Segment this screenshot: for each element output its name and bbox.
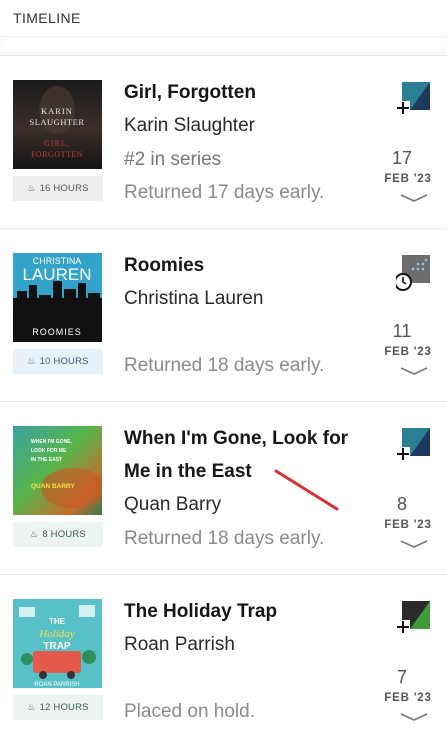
book-cover[interactable]: CHRISTINA LAUREN ROOMIES [13,253,102,342]
date-day: 11 [392,321,412,341]
book-author[interactable]: Roan Parrish [124,634,235,656]
svg-text:LAUREN: LAUREN [23,265,92,284]
duration-label: 10 HOURS [39,356,89,367]
headphones-icon: ♨ [27,356,36,366]
svg-text:QUAN BARRY: QUAN BARRY [31,483,75,490]
status-text: Returned 18 days early. [124,528,325,549]
svg-text:TRAP: TRAP [43,641,71,652]
timeline-entry[interactable]: THE Holiday TRAP ROAN PARRISH ♨ 12 HOURS… [0,575,447,735]
plus-format-icon[interactable] [396,597,436,637]
date-month: FEB '23 [384,346,432,358]
chevron-down-icon[interactable] [400,193,428,203]
status-text: Placed on hold. [124,701,255,722]
duration-badge: ♨ 12 HOURS [13,695,103,720]
timeline-page: TIMELINE KARIN SLAUGHTER GIRL, FORGOTTEN [0,0,447,749]
book-author[interactable]: Quan Barry [124,494,221,516]
chevron-down-icon[interactable] [400,539,428,549]
book-cover[interactable]: KARIN SLAUGHTER GIRL, FORGOTTEN [13,80,102,169]
duration-badge: ♨ 10 HOURS [13,349,103,374]
duration-badge: ♨ 16 HOURS [13,176,103,201]
svg-text:ROOMIES: ROOMIES [32,327,82,337]
status-text: Returned 17 days early. [124,182,325,203]
book-cover[interactable]: WHEN I'M GONE, LOOK FOR ME IN THE EAST Q… [13,426,102,515]
series-info[interactable]: #2 in series [124,149,221,171]
date-month: FEB '23 [384,173,432,185]
duration-label: 12 HOURS [39,702,89,713]
svg-text:IN THE EAST: IN THE EAST [31,457,62,463]
date-day: 7 [396,667,407,687]
headphones-icon: ♨ [30,529,39,539]
chevron-down-icon[interactable] [400,712,428,722]
svg-text:FORGOTTEN: FORGOTTEN [31,150,83,159]
svg-text:SLAUGHTER: SLAUGHTER [29,117,84,127]
svg-text:KARIN: KARIN [41,106,73,116]
book-title[interactable]: The Holiday Trap [124,595,374,628]
svg-text:THE: THE [49,617,66,626]
svg-text:ROAN PARRISH: ROAN PARRISH [34,682,79,688]
date-day: 8 [396,494,407,514]
book-title[interactable]: Girl, Forgotten [124,76,374,109]
svg-text:GIRL,: GIRL, [44,139,70,148]
header-divider [0,36,447,56]
book-title[interactable]: Roomies [124,249,374,282]
date-month: FEB '23 [384,692,432,704]
date-day: 17 [391,148,413,168]
timeline-entry[interactable]: WHEN I'M GONE, LOOK FOR ME IN THE EAST Q… [0,402,447,575]
clock-format-icon[interactable] [396,251,436,291]
duration-badge: ♨ 8 HOURS [13,522,103,547]
status-text: Returned 18 days early. [124,355,325,376]
duration-label: 8 HOURS [42,529,86,540]
headphones-icon: ♨ [27,183,36,193]
timeline-header: TIMELINE [0,0,447,36]
chevron-down-icon[interactable] [400,366,428,376]
book-author[interactable]: Karin Slaughter [124,115,255,137]
timeline-title: TIMELINE [13,10,81,26]
timeline-entry[interactable]: KARIN SLAUGHTER GIRL, FORGOTTEN ♨ 16 HOU… [0,56,447,229]
date-month: FEB '23 [384,519,432,531]
book-author[interactable]: Christina Lauren [124,288,263,310]
headphones-icon: ♨ [27,702,36,712]
svg-text:WHEN I'M GONE,: WHEN I'M GONE, [31,439,73,445]
plus-format-icon[interactable] [396,78,436,118]
book-title[interactable]: When I'm Gone, Look for Me in the East [124,422,374,488]
book-cover[interactable]: THE Holiday TRAP ROAN PARRISH [13,599,102,688]
plus-format-icon[interactable] [396,424,436,464]
svg-text:Holiday: Holiday [38,628,75,640]
svg-text:LOOK FOR ME: LOOK FOR ME [31,448,67,454]
duration-label: 16 HOURS [39,183,89,194]
timeline-entry[interactable]: CHRISTINA LAUREN ROOMIES ♨ 10 HOURS Room… [0,229,447,402]
